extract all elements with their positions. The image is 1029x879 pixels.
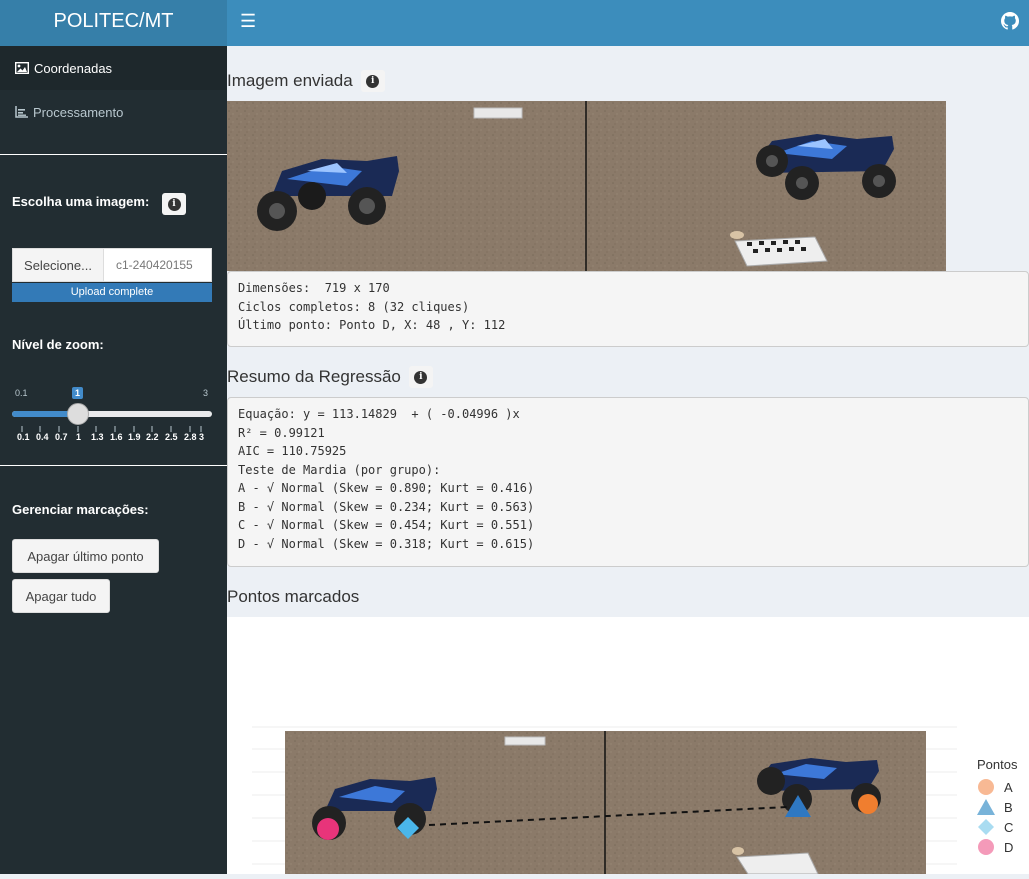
image-info-button[interactable]: i: [162, 193, 186, 215]
legend-label: C: [1004, 819, 1014, 835]
output-line: AIC = 110.75925: [238, 444, 347, 458]
info-icon: i: [414, 370, 428, 384]
github-icon[interactable]: [1001, 12, 1019, 30]
sidebar-divider: [0, 465, 227, 466]
chart-icon: [15, 106, 28, 118]
sidebar-item-label: Coordenadas: [34, 60, 113, 76]
image-icon: [15, 62, 29, 74]
hamburger-icon[interactable]: ☰: [240, 12, 256, 30]
plot-background-image: [285, 731, 926, 875]
output-line: B - √ Normal (Skew = 0.234; Kurt = 0.563…: [238, 499, 535, 514]
uploaded-image[interactable]: [227, 101, 946, 271]
legend-item-b: B: [977, 797, 1013, 817]
file-input[interactable]: Selecione... c1-240420155: [12, 248, 212, 282]
zoom-slider-handle[interactable]: [67, 403, 89, 425]
info-icon: i: [167, 197, 181, 211]
slider-grid-label: 0.7: [55, 432, 68, 442]
slider-grid-label: 0.4: [36, 432, 49, 442]
sidebar-item-processamento[interactable]: Processamento: [0, 90, 227, 134]
section-title-text: Resumo da Regressão: [227, 367, 401, 386]
image-section-title: Imagem enviada i: [227, 70, 385, 92]
app-logo[interactable]: POLITEC/MT: [0, 0, 227, 46]
file-select-button[interactable]: Selecione...: [12, 248, 104, 282]
sidebar: Coordenadas Processamento: [0, 46, 227, 874]
undo-last-point-button[interactable]: Apagar último ponto: [12, 539, 159, 573]
sidebar-divider: [0, 154, 227, 155]
info-icon: i: [366, 74, 380, 88]
regression-section-title: Resumo da Regressão i: [227, 366, 433, 388]
sidebar-item-coordenadas[interactable]: Coordenadas: [0, 46, 227, 90]
output-line: Dimensões: 719 x 170: [238, 281, 390, 295]
points-section-title: Pontos marcados: [227, 587, 359, 607]
slider-grid-label: 1.3: [91, 432, 104, 442]
slider-grid-label: 2.8: [184, 432, 197, 442]
upload-progress-bar: Upload complete: [12, 283, 212, 302]
slider-grid-label: 3: [199, 432, 205, 442]
output-line: A - √ Normal (Skew = 0.890; Kurt = 0.416…: [238, 481, 535, 495]
legend-item-c: C: [977, 817, 1013, 837]
slider-value-label: 1: [72, 387, 84, 399]
points-plot[interactable]: [227, 617, 1029, 875]
point-D-marker[interactable]: [317, 818, 339, 840]
slider-grid-label: 2.2: [146, 432, 159, 442]
output-line: Último ponto: Ponto D, X: 48 , Y: 112: [238, 318, 506, 332]
legend-circle-icon: [978, 779, 994, 795]
output-line: Ciclos completos: 8 (32 cliques): [238, 299, 470, 314]
section-title-text: Imagem enviada: [227, 71, 353, 90]
output-line: D - √ Normal (Skew = 0.318; Kurt = 0.615…: [238, 536, 535, 551]
manage-label: Gerenciar marcações:: [12, 502, 149, 517]
output-line: R² = 0.99121: [238, 425, 325, 440]
image-info-output: Dimensões: 719 x 170 Ciclos completos: 8…: [227, 271, 1029, 347]
clear-all-button[interactable]: Apagar tudo: [12, 579, 110, 613]
slider-min-label: 0.1: [15, 388, 28, 398]
top-navbar: ☰: [227, 0, 1029, 46]
image-section-info-button[interactable]: i: [360, 70, 385, 92]
output-line: Equação: y = 113.14829 + ( -0.04996 )x: [238, 407, 520, 421]
slider-max-label: 3: [203, 388, 209, 398]
legend-title: Pontos: [977, 757, 1018, 772]
file-name-field[interactable]: c1-240420155: [104, 248, 212, 282]
regression-info-button[interactable]: i: [408, 366, 433, 388]
image-label: Escolha uma imagem:: [12, 194, 150, 209]
regression-output: Equação: y = 113.14829 + ( -0.04996 )x R…: [227, 397, 1029, 567]
legend-item-d: D: [977, 837, 1013, 857]
output-line: Teste de Mardia (por grupo):: [238, 462, 441, 477]
slider-grid-label: 1: [76, 432, 82, 442]
legend-label: D: [1004, 839, 1014, 855]
legend-triangle-icon: [977, 799, 995, 815]
legend-label: A: [1004, 779, 1013, 795]
legend-item-a: A: [977, 777, 1013, 797]
legend-diamond-icon: [978, 819, 994, 835]
legend-circle-icon: [978, 839, 994, 855]
legend-label: B: [1004, 799, 1013, 815]
slider-grid-label: 1.6: [110, 432, 123, 442]
slider-grid-label: 1.9: [128, 432, 141, 442]
sidebar-item-label: Processamento: [33, 104, 124, 120]
zoom-label: Nível de zoom:: [12, 337, 104, 352]
points-plot-canvas[interactable]: [227, 617, 1029, 875]
slider-grid-label: 2.5: [165, 432, 178, 442]
point-A-marker[interactable]: [858, 794, 878, 814]
output-line: C - √ Normal (Skew = 0.454; Kurt = 0.551…: [238, 518, 535, 532]
section-title-text: Pontos marcados: [227, 587, 360, 606]
slider-grid-label: 0.1: [17, 432, 30, 442]
